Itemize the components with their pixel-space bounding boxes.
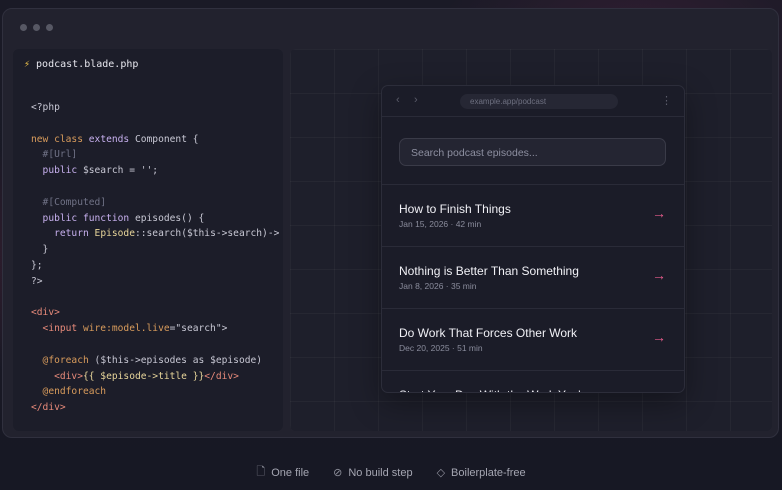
code-token: Component { <box>134 133 199 145</box>
feature-item: 🗋 One file <box>256 463 309 482</box>
code-line: #[Computed] <box>31 195 279 211</box>
code-line: <input wire:model.live="search"> <box>31 321 279 337</box>
arrow-right-icon[interactable]: → <box>652 329 666 345</box>
arrow-right-icon[interactable]: → <box>652 205 666 221</box>
code-token: <input <box>31 323 83 335</box>
code-line: <div> <box>31 305 279 321</box>
code-token: <div> <box>31 307 60 319</box>
code-token: {{ $episode->title }} <box>82 370 205 382</box>
code-token: ::search($this->search)-> <box>134 228 280 240</box>
code-token: </div> <box>31 402 66 414</box>
file-icon: 🗋 <box>256 466 266 478</box>
code-token: Episode <box>94 228 135 240</box>
code-content: <?php new class extends Component { #[Url… <box>31 100 279 416</box>
forward-icon[interactable]: › <box>414 93 418 107</box>
search-input[interactable]: Search podcast episodes... <box>399 138 666 166</box>
episode-row[interactable]: How to Finish Things Jan 15, 2026 · 42 mi… <box>382 184 684 246</box>
code-line: #[Url] <box>31 147 279 163</box>
episode-title: Do Work That Forces Other Work <box>399 326 578 340</box>
feature-item: ◇ Boilerplate-free <box>437 463 526 482</box>
preview-panel: ‹ › example.app/podcast ⋮ Search podcast… <box>290 49 772 431</box>
code-token: }; <box>31 259 43 271</box>
code-token: ($this->episodes as $episode) <box>94 354 263 366</box>
no-build-icon: ⊘ <box>333 467 343 479</box>
code-token: new <box>31 133 55 145</box>
code-line: public function episodes() { <box>31 211 279 227</box>
menu-icon[interactable]: ⋮ <box>661 94 672 108</box>
code-token: @endforeach <box>31 386 107 398</box>
code-token: extends <box>88 133 135 145</box>
episode-row[interactable]: Do Work That Forces Other Work Dec 20, 20… <box>382 308 684 370</box>
code-token: #[Computed] <box>31 196 107 208</box>
code-token: $search = ''; <box>82 165 159 177</box>
episode-meta: Jan 8, 2026 · 35 min <box>399 281 477 291</box>
bolt-icon: ⚡ <box>24 59 31 70</box>
code-line: @endforeach <box>31 384 279 400</box>
code-line: <?php <box>31 100 279 116</box>
code-token: public <box>31 165 83 177</box>
code-token: <?php <box>31 102 60 113</box>
code-token: } <box>31 244 49 256</box>
feature-label: No build step <box>348 466 413 479</box>
filename: podcast.blade.php <box>36 59 139 70</box>
code-token: function <box>82 212 135 224</box>
code-line: }; <box>31 258 279 274</box>
code-line: </div> <box>31 400 279 416</box>
episode-title: How to Finish Things <box>399 202 511 216</box>
episode-title: Start Your Day With the Work You're <box>399 388 591 392</box>
feature-label: One file <box>271 466 310 479</box>
address-bar[interactable]: example.app/podcast <box>460 94 618 109</box>
feature-label: Boilerplate-free <box>451 466 526 479</box>
browser-toolbar: ‹ › example.app/podcast ⋮ <box>382 86 684 117</box>
code-token: return <box>31 228 95 240</box>
back-icon[interactable]: ‹ <box>396 93 400 107</box>
episode-title: Nothing is Better Than Something <box>399 264 579 278</box>
code-editor: ⚡ podcast.blade.php <?php new class exten… <box>13 49 283 431</box>
code-token: class <box>54 133 89 145</box>
episode-meta: Dec 20, 2025 · 51 min <box>399 343 483 353</box>
window-dot <box>20 24 27 31</box>
feature-list: 🗋 One file ⊘ No build step ◇ Boilerplate-free <box>0 463 782 482</box>
code-line: return Episode::search($this->search)-> <box>31 226 279 242</box>
app-window: ⚡ podcast.blade.php <?php new class exten… <box>2 8 779 438</box>
file-tab[interactable]: ⚡ podcast.blade.php <box>24 59 138 70</box>
code-token: </div> <box>204 370 239 382</box>
window-controls <box>20 24 53 31</box>
code-token: @foreach <box>31 354 95 366</box>
episode-list: How to Finish Things Jan 15, 2026 · 42 mi… <box>382 184 684 392</box>
code-token: ="search"> <box>169 323 228 335</box>
code-line: new class extends Component { <box>31 132 279 148</box>
code-line: @foreach ($this->episodes as $episode) <box>31 353 279 369</box>
code-token: public <box>31 212 83 224</box>
code-line: public $search = ''; <box>31 163 279 179</box>
window-dot <box>33 24 40 31</box>
browser-mock: ‹ › example.app/podcast ⋮ Search podcast… <box>381 85 685 393</box>
episode-meta: Jan 15, 2026 · 42 min <box>399 219 482 229</box>
window-dot <box>46 24 53 31</box>
code-line: } <box>31 242 279 258</box>
code-token: episodes() { <box>134 212 205 224</box>
episode-row[interactable]: Start Your Day With the Work You're <box>382 370 684 392</box>
feature-item: ⊘ No build step <box>333 463 412 482</box>
code-line: ?> <box>31 274 279 290</box>
code-token: ?> <box>31 275 43 287</box>
eraser-icon: ◇ <box>436 467 446 479</box>
episode-row[interactable]: Nothing is Better Than Something Jan 8, 2… <box>382 246 684 308</box>
code-token: <div> <box>31 370 83 382</box>
code-token: #[Url] <box>31 149 78 161</box>
code-token: wire:model.live <box>82 323 170 335</box>
code-line: <div>{{ $episode->title }}</div> <box>31 369 279 385</box>
arrow-right-icon[interactable]: → <box>652 267 666 283</box>
